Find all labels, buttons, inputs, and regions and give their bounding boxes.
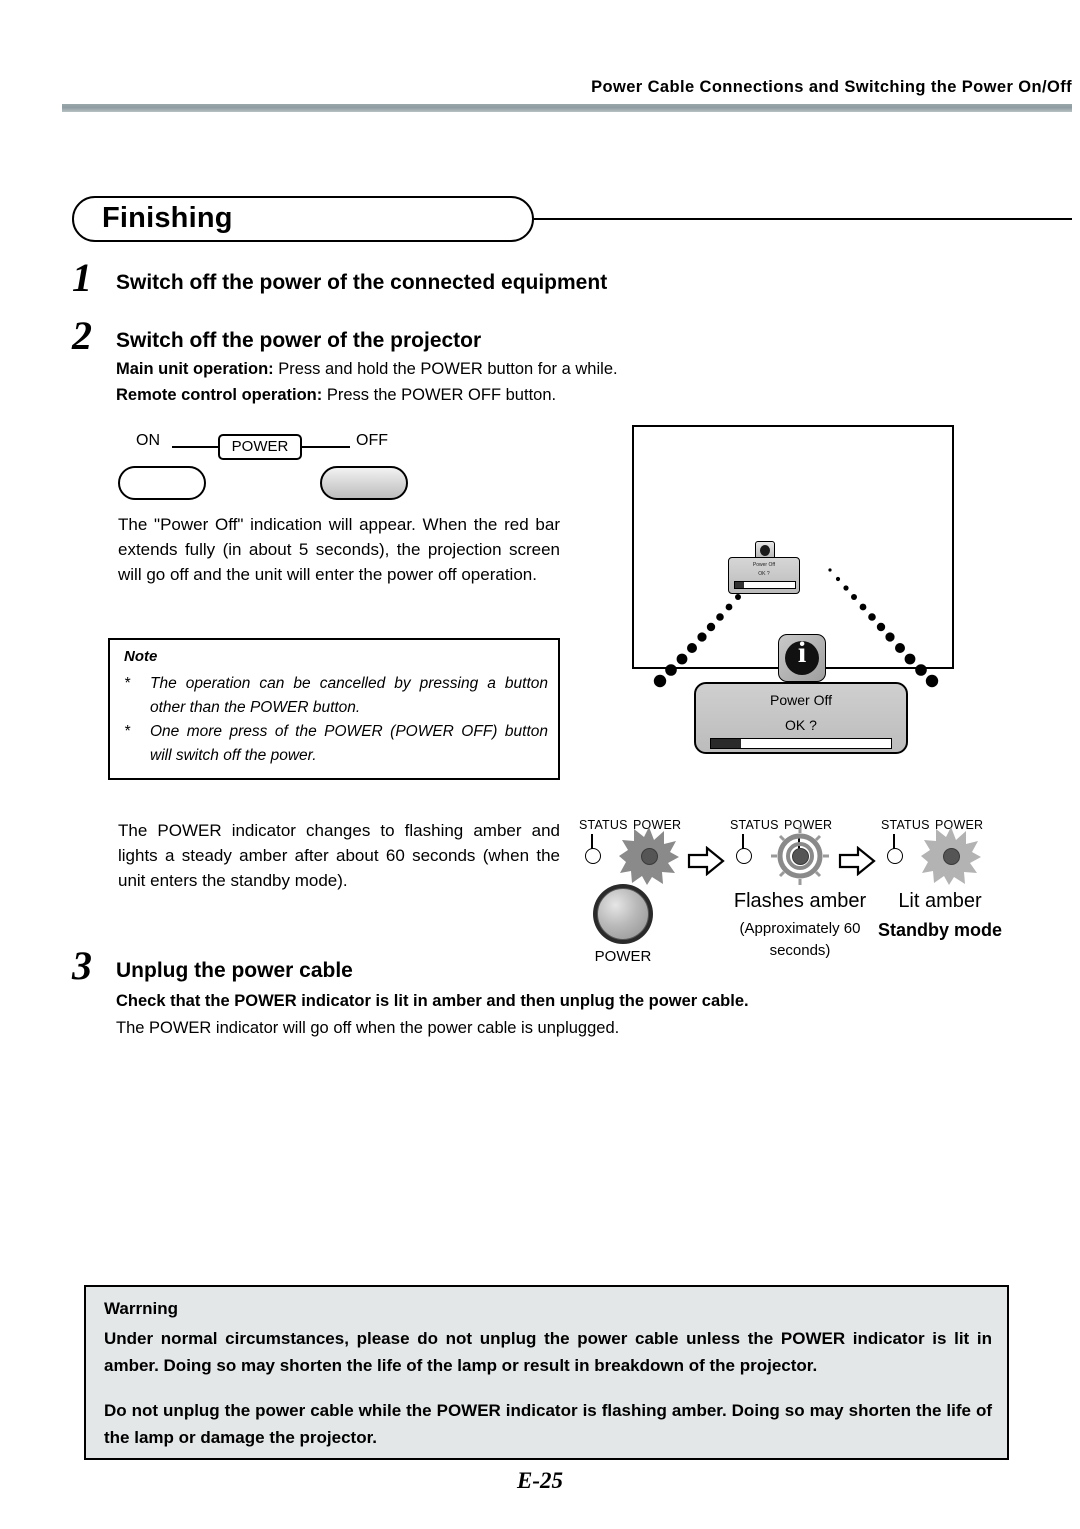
- step-3-heading: Unplug the power cable: [116, 959, 353, 982]
- note-item-2-text: One more press of the POWER (POWER OFF) …: [150, 723, 548, 764]
- status-led-1: [585, 848, 601, 864]
- paragraph-power-off-indication: The "Power Off" indication will appear. …: [118, 515, 560, 584]
- note-bullet-1: *: [124, 675, 131, 692]
- section-banner-label: Finishing: [102, 202, 233, 234]
- step-2-sub-line-1: Main unit operation: Press and hold the …: [116, 360, 618, 379]
- step-2-number: 2: [72, 313, 92, 358]
- switch-on-label: ON: [136, 432, 160, 449]
- arrow-icon-1: [687, 846, 725, 876]
- section-banner: Finishing: [72, 196, 1072, 244]
- step-1-heading: Switch off the power of the connected eq…: [116, 271, 608, 294]
- switch-wire-right: [302, 446, 350, 448]
- power-led-3: [943, 848, 960, 865]
- status-led-3: [887, 848, 903, 864]
- power-led-2: [792, 848, 809, 865]
- info-icon-circle: [785, 636, 819, 675]
- warning-paragraph-1: Under normal circumstances, please do no…: [104, 1329, 992, 1375]
- power-led-1: [641, 848, 658, 865]
- step-1-number: 1: [72, 255, 92, 300]
- step-3-number: 3: [72, 943, 92, 988]
- warning-box: Warrning Under normal circumstances, ple…: [84, 1285, 1009, 1460]
- indicator-sequence-diagram: STATUS POWER POWER STATUS POWER STATUS P…: [575, 818, 1005, 968]
- mini-screen-body: Power Off OK ?: [728, 557, 800, 594]
- section-banner-line: [534, 218, 1072, 220]
- status-led-2: [736, 848, 752, 864]
- switch-power-label: POWER: [231, 438, 289, 455]
- step-3-bold-line: Check that the POWER indicator is lit in…: [116, 992, 749, 1010]
- step-2-sub-text-2: Press the POWER OFF button.: [322, 386, 557, 404]
- mini-screen-line-2: OK ?: [758, 571, 770, 577]
- note-box: Note * The operation can be cancelled by…: [108, 638, 560, 780]
- stage-3-title: Lit amber: [898, 890, 982, 912]
- mini-screen-line-1: Power Off: [752, 562, 776, 568]
- status-stem-2: [742, 834, 744, 849]
- mini-progress-bar: [734, 581, 796, 589]
- mini-projector-screen: Power Off OK ?: [728, 541, 800, 594]
- switch-power-box: POWER: [218, 434, 302, 460]
- indicator-stage-1: STATUS POWER POWER: [575, 818, 683, 965]
- note-item-2: * One more press of the POWER (POWER OFF…: [124, 720, 548, 768]
- stage-3-subtitle: Standby mode: [877, 920, 1002, 940]
- switch-off-label: OFF: [356, 432, 388, 449]
- power-off-dialog: Power Off OK ?: [694, 682, 908, 754]
- dialog-confirm-text: OK ?: [785, 717, 817, 733]
- power-switch-diagram: ON POWER OFF: [118, 428, 438, 500]
- indicator-stage-3: STATUS POWER: [877, 818, 985, 885]
- projector-illustration-frame: Power Off OK ?: [632, 425, 954, 688]
- dialog-title: Power Off: [770, 692, 832, 708]
- step-2-sub-line-2: Remote control operation: Press the POWE…: [116, 386, 556, 405]
- step-3-plain-line: The POWER indicator will go off when the…: [116, 1019, 620, 1037]
- step-2-sub-text-1: Press and hold the POWER button for a wh…: [273, 360, 618, 378]
- step-2-heading: Switch off the power of the projector: [116, 329, 482, 352]
- stage-2-title: Flashes amber: [733, 890, 867, 912]
- stage-2-subtitle: (Approximately 60 seconds): [739, 920, 861, 959]
- manual-page: Power Cable Connections and Switching th…: [0, 0, 1080, 1529]
- power-button-label: POWER: [594, 948, 652, 965]
- arrow-icon-2: [838, 846, 876, 876]
- status-stem-1: [591, 834, 593, 849]
- switch-wire-left: [172, 446, 218, 448]
- note-bullet-2: *: [124, 723, 131, 740]
- indicator-stage-2: STATUS POWER: [726, 818, 834, 885]
- info-icon: [778, 634, 826, 682]
- page-number: E-25: [517, 1468, 563, 1493]
- paragraph-power-indicator: The POWER indicator changes to flashing …: [118, 821, 560, 890]
- note-item-1-text: The operation can be cancelled by pressi…: [150, 675, 548, 716]
- status-stem-3: [893, 834, 895, 849]
- step-2-sub-label-1: Main unit operation:: [116, 360, 274, 378]
- dialog-progress-bar: [710, 738, 892, 749]
- power-on-button[interactable]: [118, 466, 206, 500]
- note-item-1: * The operation can be cancelled by pres…: [124, 672, 548, 720]
- warning-paragraph-2: Do not unplug the power cable while the …: [104, 1401, 992, 1447]
- power-button-icon: [593, 884, 653, 944]
- note-title: Note: [124, 648, 158, 665]
- step-2-sub-label-2: Remote control operation:: [116, 386, 323, 404]
- power-off-button[interactable]: [320, 466, 408, 500]
- page-header-title: Power Cable Connections and Switching th…: [591, 78, 1072, 96]
- header-rule: [62, 104, 1072, 112]
- warning-title: Warrning: [104, 1299, 178, 1318]
